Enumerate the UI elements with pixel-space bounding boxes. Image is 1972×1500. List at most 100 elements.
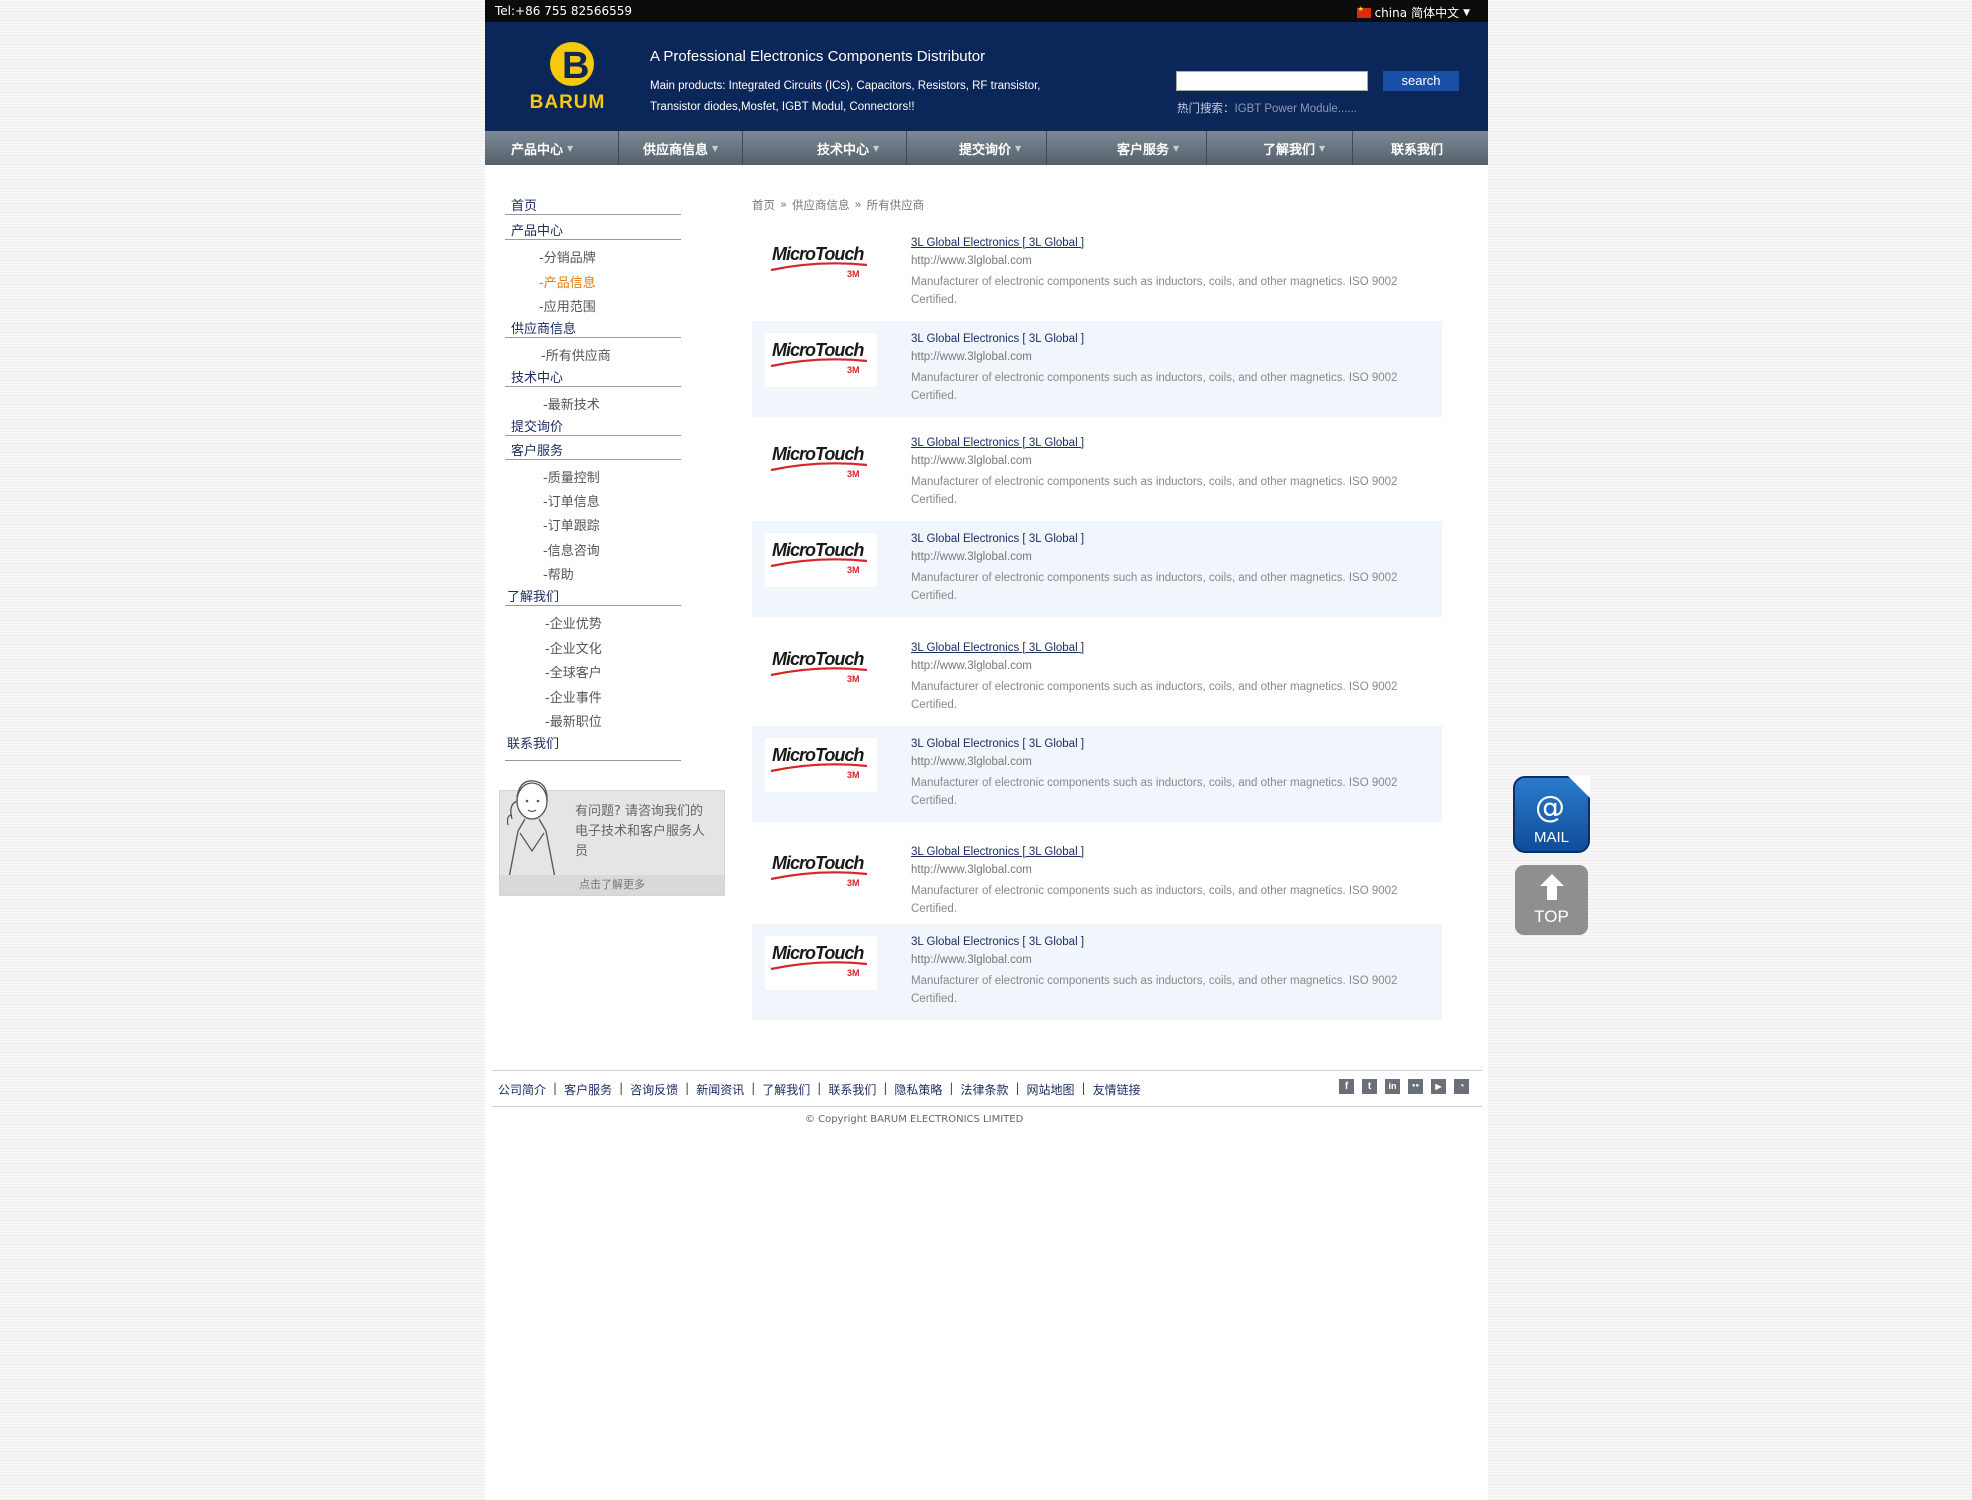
supplier-title-link[interactable]: 3L Global Electronics [ 3L Global ]	[911, 533, 1084, 545]
sidebar-subitem-jobs[interactable]: -最新职位	[545, 711, 602, 730]
supplier-url: http://www.3lglobal.com	[911, 954, 1032, 966]
mail-float-button[interactable]: @ MAIL	[1513, 776, 1590, 853]
facebook-icon[interactable]: f	[1339, 1079, 1354, 1094]
help-text: 有问题? 请咨询我们的电子技术和客户服务人员	[575, 804, 706, 859]
supplier-row: MicroTouch 3M 3L Global Electronics [ 3L…	[752, 521, 1442, 617]
sidebar-item-service[interactable]: 客户服务	[511, 440, 563, 459]
sidebar-subitem-order-info[interactable]: -订单信息	[543, 491, 600, 510]
sidebar-divider	[505, 214, 681, 215]
sidebar-subitem-order-tracking[interactable]: -订单跟踪	[543, 515, 600, 534]
footer-separator: |	[619, 1081, 624, 1095]
supplier-row: MicroTouch 3M 3L Global Electronics [ 3L…	[752, 726, 1442, 822]
sidebar-subitem-all-suppliers[interactable]: -所有供应商	[541, 345, 611, 364]
supplier-logo[interactable]: MicroTouch 3M	[765, 936, 877, 990]
supplier-row: MicroTouch 3M 3L Global Electronics [ 3L…	[752, 225, 1442, 321]
nav-products[interactable]: 产品中心 ▼	[485, 131, 619, 165]
sidebar-item-inquiry[interactable]: 提交询价	[511, 416, 563, 435]
search-button[interactable]: search	[1383, 71, 1459, 91]
breadcrumb-separator: »	[854, 197, 862, 211]
language-selector[interactable]: china 简体中文 ▼	[1356, 4, 1470, 21]
footer-link-legal[interactable]: 法律条款	[960, 1081, 1008, 1098]
footer-link-feedback[interactable]: 咨询反馈	[630, 1081, 678, 1098]
footer-link-news[interactable]: 新闻资讯	[696, 1081, 744, 1098]
youtube-icon[interactable]: ▶	[1431, 1079, 1446, 1094]
supplier-url: http://www.3lglobal.com	[911, 551, 1032, 563]
search-input[interactable]	[1176, 71, 1368, 91]
footer-link-privacy[interactable]: 隐私策略	[894, 1081, 942, 1098]
arrow-up-icon	[1540, 874, 1564, 900]
supplier-title-link[interactable]: 3L Global Electronics [ 3L Global ]	[911, 333, 1084, 345]
footer-link-about[interactable]: 了解我们	[762, 1081, 810, 1098]
supplier-title-link[interactable]: 3L Global Electronics [ 3L Global ]	[911, 642, 1084, 654]
footer-divider	[492, 1106, 1482, 1107]
supplier-logo[interactable]: MicroTouch 3M	[765, 437, 877, 491]
sidebar-item-suppliers[interactable]: 供应商信息	[511, 318, 576, 337]
breadcrumb-home[interactable]: 首页	[752, 197, 775, 213]
rss-icon[interactable]: ◔	[1454, 1079, 1469, 1094]
help-box[interactable]: 有问题? 请咨询我们的电子技术和客户服务人员 点击了解更多	[499, 780, 725, 896]
supplier-logo[interactable]: MicroTouch 3M	[765, 333, 877, 387]
nav-suppliers[interactable]: 供应商信息 ▼	[619, 131, 743, 165]
sidebar-subitem-latest-tech[interactable]: -最新技术	[543, 394, 600, 413]
footer-link-company[interactable]: 公司简介	[498, 1081, 546, 1098]
supplier-title-link[interactable]: 3L Global Electronics [ 3L Global ]	[911, 846, 1084, 858]
flickr-icon[interactable]: ●●	[1408, 1079, 1423, 1094]
supplier-logo[interactable]: MicroTouch 3M	[765, 846, 877, 900]
hot-search-link[interactable]: IGBT Power Module......	[1235, 103, 1358, 115]
footer-links: 公司简介 | 客户服务 | 咨询反馈 | 新闻资讯 | 了解我们 | 联系我们 | 隐私策略…	[498, 1081, 1141, 1098]
breadcrumb: 首页 » 供应商信息 » 所有供应商	[752, 197, 924, 213]
footer-link-sitemap[interactable]: 网站地图	[1027, 1081, 1075, 1098]
footer-link-service[interactable]: 客户服务	[564, 1081, 612, 1098]
chevron-down-icon: ▼	[873, 143, 880, 153]
copyright: © Copyright BARUM ELECTRONICS LIMITED	[805, 1114, 1024, 1125]
sidebar-subitem-product-info[interactable]: -产品信息	[539, 272, 596, 291]
supplier-description: Manufacturer of electronic components su…	[911, 372, 1398, 402]
supplier-logo[interactable]: MicroTouch 3M	[765, 642, 877, 696]
help-more-link[interactable]: 点击了解更多	[500, 875, 724, 895]
supplier-description: Manufacturer of electronic components su…	[911, 276, 1398, 306]
supplier-description: Manufacturer of electronic components su…	[911, 681, 1398, 711]
supplier-title-link[interactable]: 3L Global Electronics [ 3L Global ]	[911, 237, 1084, 249]
footer-link-friends[interactable]: 友情链接	[1093, 1081, 1141, 1098]
page-container: Tel:+86 755 82566559 china 简体中文 ▼ B BARU…	[485, 0, 1488, 1500]
supplier-url: http://www.3lglobal.com	[911, 351, 1032, 363]
supplier-logo[interactable]: MicroTouch 3M	[765, 533, 877, 587]
footer-separator: |	[553, 1081, 558, 1095]
sidebar-subitem-advantages[interactable]: -企业优势	[545, 613, 602, 632]
linkedin-icon[interactable]: in	[1385, 1079, 1400, 1094]
supplier-title-link[interactable]: 3L Global Electronics [ 3L Global ]	[911, 738, 1084, 750]
sidebar-subitem-applications[interactable]: -应用范围	[539, 296, 596, 315]
nav-about[interactable]: 了解我们 ▼	[1207, 131, 1353, 165]
supplier-logo[interactable]: MicroTouch 3M	[765, 738, 877, 792]
sidebar-item-contact[interactable]: 联系我们	[507, 733, 559, 752]
sidebar-subitem-consult[interactable]: -信息咨询	[543, 540, 600, 559]
logo-sub: 3M	[847, 269, 860, 279]
nav-service[interactable]: 客户服务 ▼	[1047, 131, 1207, 165]
supplier-description: Manufacturer of electronic components su…	[911, 885, 1398, 915]
nav-tech[interactable]: 技术中心 ▼	[743, 131, 907, 165]
sidebar-item-about[interactable]: 了解我们	[507, 586, 559, 605]
nav-contact[interactable]: 联系我们	[1353, 131, 1488, 165]
nav-inquiry[interactable]: 提交询价 ▼	[907, 131, 1047, 165]
breadcrumb-current: 所有供应商	[866, 198, 925, 212]
footer-link-contact[interactable]: 联系我们	[828, 1081, 876, 1098]
supplier-row: MicroTouch 3M 3L Global Electronics [ 3L…	[752, 834, 1442, 930]
sidebar-item-products[interactable]: 产品中心	[511, 220, 563, 239]
sidebar-subitem-culture[interactable]: -企业文化	[545, 638, 602, 657]
sidebar-subitem-brands[interactable]: -分销品牌	[539, 247, 596, 266]
sidebar-subitem-events[interactable]: -企业事件	[545, 687, 602, 706]
supplier-logo[interactable]: MicroTouch 3M	[765, 237, 877, 291]
sidebar-subitem-global-clients[interactable]: -全球客户	[545, 662, 602, 681]
barum-logo[interactable]: B BARUM	[520, 34, 615, 114]
sidebar-subitem-help[interactable]: -帮助	[543, 564, 574, 583]
mail-label: MAIL	[1533, 829, 1569, 846]
back-to-top-button[interactable]: TOP	[1515, 865, 1588, 935]
breadcrumb-level-1[interactable]: 供应商信息	[792, 197, 850, 213]
supplier-title-link[interactable]: 3L Global Electronics [ 3L Global ]	[911, 437, 1084, 449]
sidebar-item-tech[interactable]: 技术中心	[511, 367, 563, 386]
twitter-icon[interactable]: t	[1362, 1079, 1377, 1094]
supplier-title-link[interactable]: 3L Global Electronics [ 3L Global ]	[911, 936, 1084, 948]
site-tagline: A Professional Electronics Components Di…	[650, 48, 986, 65]
sidebar-subitem-quality[interactable]: -质量控制	[543, 467, 600, 486]
sidebar-item-home[interactable]: 首页	[511, 195, 537, 214]
